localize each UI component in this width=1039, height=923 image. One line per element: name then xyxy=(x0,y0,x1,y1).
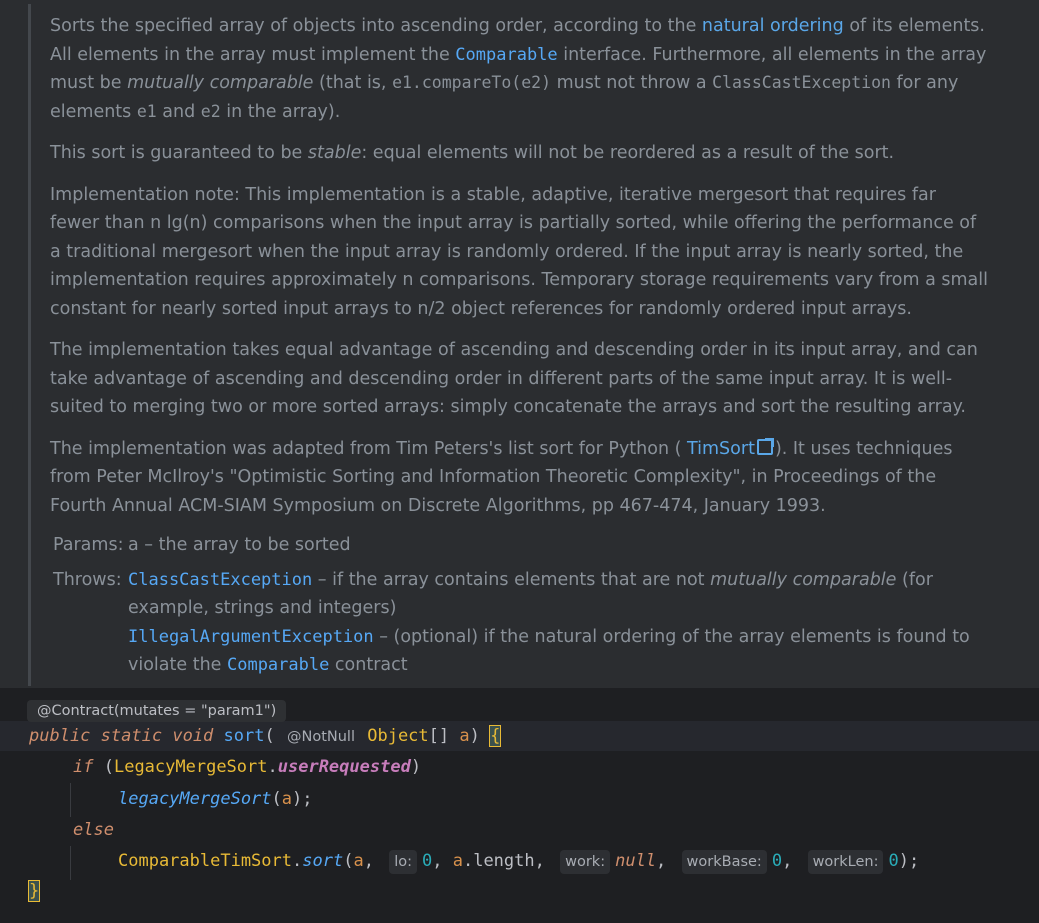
comparable-contract-link[interactable]: Comparable xyxy=(227,655,329,675)
doc-gutter-bar xyxy=(28,4,31,686)
param-hint-worklen: workLen: xyxy=(807,850,884,874)
param-hint-work: work: xyxy=(560,850,611,874)
classcastexception-link[interactable]: ClassCastException xyxy=(128,570,312,590)
code-line-4[interactable]: else xyxy=(73,820,114,840)
params-label: Params: xyxy=(53,535,124,555)
doc-paragraph-3: Implementation note: This implementation… xyxy=(50,184,988,319)
code-line-2[interactable]: if (LegacyMergeSort.userRequested) xyxy=(73,757,421,777)
param-hint-lo: lo: xyxy=(389,850,417,874)
indent-guide xyxy=(70,846,71,880)
code-line-1[interactable]: public static void sort( @NotNull Object… xyxy=(29,725,502,749)
throws-item: ClassCastException – if the array contai… xyxy=(128,569,933,619)
doc-paragraph-1: Sorts the specified array of objects int… xyxy=(50,16,987,122)
doc-paragraph-5: The implementation was adapted from Tim … xyxy=(50,437,953,516)
indent-guide xyxy=(70,783,71,817)
code-line-5[interactable]: ComparableTimSort.sort(a, lo: 0, a.length… xyxy=(118,850,919,874)
external-link-icon[interactable] xyxy=(756,437,774,455)
throws-row: Throws: ClassCastException – if the arra… xyxy=(53,566,993,680)
timsort-link[interactable]: TimSort xyxy=(687,439,755,459)
matched-brace: { xyxy=(489,725,502,747)
matched-brace: } xyxy=(27,880,41,902)
throws-item: IllegalArgumentException – (optional) if… xyxy=(128,626,970,676)
natural-ordering-link[interactable]: natural ordering xyxy=(702,16,844,36)
javadoc-popup: Sorts the specified array of objects int… xyxy=(0,0,1039,688)
code-line-6[interactable]: } xyxy=(27,880,41,902)
doc-paragraph-2: This sort is guaranteed to be stable: eq… xyxy=(50,143,895,163)
code-line-3[interactable]: legacyMergeSort(a); xyxy=(118,789,313,809)
param-hint-workbase: workBase: xyxy=(681,850,767,874)
doc-body: Sorts the specified array of objects int… xyxy=(50,12,990,533)
param-name: a xyxy=(128,535,139,555)
params-row: Params: a – the array to be sorted xyxy=(53,531,993,560)
contract-inlay-hint[interactable]: @Contract(mutates = "param1") xyxy=(27,700,287,722)
illegalargumentexception-link[interactable]: IllegalArgumentException xyxy=(128,627,374,647)
comparable-link[interactable]: Comparable xyxy=(455,45,557,65)
doc-paragraph-4: The implementation takes equal advantage… xyxy=(50,340,978,417)
throws-label: Throws: xyxy=(53,569,122,590)
notnull-annotation: @NotNull xyxy=(286,729,355,745)
doc-tags: Params: a – the array to be sorted Throw… xyxy=(53,531,993,680)
